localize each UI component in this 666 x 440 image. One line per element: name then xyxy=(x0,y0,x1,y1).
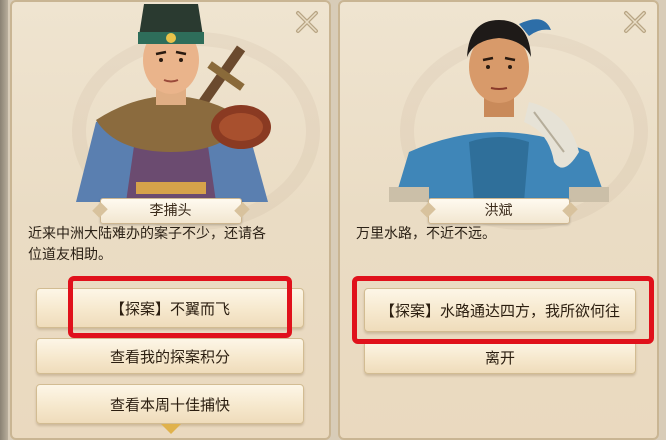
npc-dialog-hong-bin: 洪斌 万里水路，不近不远。 【探案】水路通达四方，我所欲何往 离开 xyxy=(338,0,659,440)
option-label: 【探案】不翼而飞 xyxy=(109,300,230,318)
option-leave[interactable]: 离开 xyxy=(364,340,636,374)
npc-name: 洪斌 xyxy=(484,203,513,219)
option-view-case-points[interactable]: 查看我的探案积分 xyxy=(36,338,304,374)
option-investigate-case[interactable]: 【探案】不翼而飞 xyxy=(36,288,304,328)
more-options-arrow-icon[interactable] xyxy=(160,424,181,434)
npc-name: 李捕头 xyxy=(149,203,192,219)
option-label: 查看我的探案积分 xyxy=(109,348,230,366)
npc-speech: 万里水路，不近不远。 xyxy=(356,224,641,245)
option-view-top-ten-constables[interactable]: 查看本周十佳捕快 xyxy=(36,384,304,424)
speech-line: 万里水路，不近不远。 xyxy=(356,226,496,242)
option-investigate-waterway[interactable]: 【探案】水路通达四方，我所欲何往 xyxy=(364,288,636,332)
npc-portrait-li-butou xyxy=(75,4,271,202)
option-label: 【探案】水路通达四方，我所欲何往 xyxy=(379,302,620,320)
close-icon[interactable] xyxy=(293,8,321,36)
speech-line: 位道友相助。 xyxy=(28,247,112,263)
speech-line: 近来中洲大陆难办的案子不少，还请各 xyxy=(28,226,266,242)
npc-portrait-hong-bin xyxy=(388,19,609,202)
option-label: 离开 xyxy=(484,349,515,367)
npc-dialog-li-butou: 李捕头 近来中洲大陆难办的案子不少，还请各 位道友相助。 【探案】不翼而飞 查看… xyxy=(10,0,331,440)
npc-nameplate: 李捕头 xyxy=(99,198,242,224)
npc-speech: 近来中洲大陆难办的案子不少，还请各 位道友相助。 xyxy=(28,224,313,266)
npc-nameplate: 洪斌 xyxy=(427,198,570,224)
background-edge xyxy=(0,0,8,440)
option-label: 查看本周十佳捕快 xyxy=(109,396,230,414)
close-icon[interactable] xyxy=(621,8,649,36)
